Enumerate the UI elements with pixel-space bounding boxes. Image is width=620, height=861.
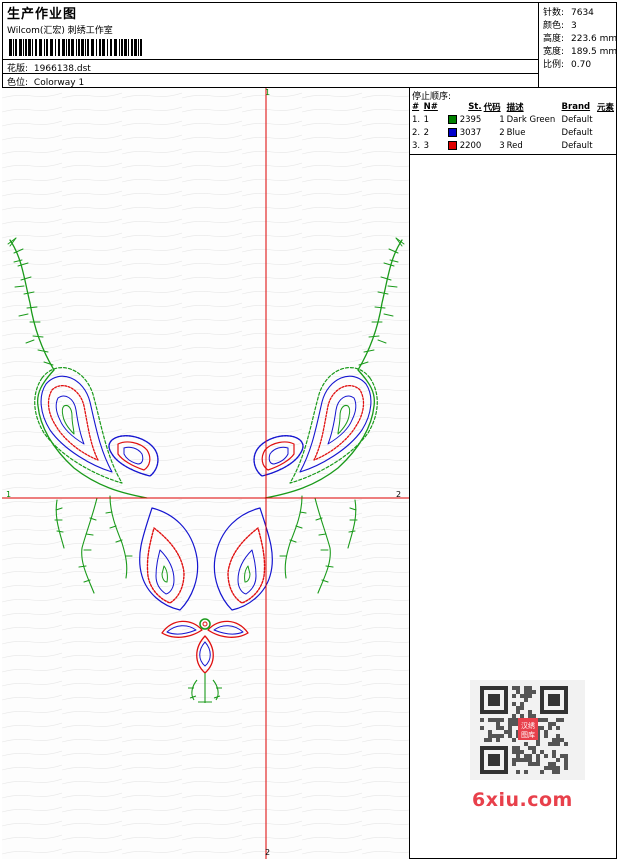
- row-brand: Default: [561, 114, 593, 125]
- row-code: 2: [499, 127, 505, 138]
- table-row: 2. 2 3037 2 Blue Default: [411, 126, 615, 139]
- axis-label-left: 1: [6, 490, 11, 499]
- column-header: 代码: [483, 102, 501, 113]
- table-header-row: # N# St. 代码 描述 Brand 元素: [411, 100, 615, 113]
- stat-value: 7634: [571, 8, 594, 18]
- row-brand: Default: [561, 140, 593, 151]
- row-element: [596, 113, 615, 126]
- stat-label: 针数:: [543, 8, 565, 18]
- stat-label: 宽度:: [543, 47, 565, 57]
- stat-label: 比例:: [543, 60, 565, 70]
- stat-value: 3: [571, 21, 577, 31]
- row-needle: 3: [423, 140, 430, 151]
- colorway-field: 色位: Colorway 1: [7, 75, 84, 88]
- colorway-label: 色位:: [7, 78, 29, 88]
- stop-sequence-table: # N# St. 代码 描述 Brand 元素 1. 1 2395 1 Dark Gre…: [411, 100, 615, 152]
- header-divider: [2, 59, 539, 60]
- column-header: Brand: [561, 101, 591, 112]
- axis-label-bottom: 2: [265, 848, 270, 857]
- row-element: [596, 139, 615, 152]
- stitch-count: 3037: [459, 127, 482, 138]
- design-canvas: 1 2 1 2: [2, 88, 410, 859]
- row-description: Dark Green: [506, 114, 556, 125]
- stat-value: 0.70: [571, 60, 592, 70]
- row-stitches: 2200: [447, 139, 483, 152]
- stat-width: 宽度: 189.5 mm: [543, 44, 617, 57]
- svg-text:汉绣: 汉绣: [521, 721, 535, 730]
- column-header: N#: [423, 101, 438, 112]
- row-index: 2.: [412, 127, 421, 138]
- column-header: St.: [468, 101, 482, 112]
- stat-scale: 比例: 0.70: [543, 57, 591, 70]
- axis-label-right: 2: [396, 490, 401, 499]
- table-row: 1. 1 2395 1 Dark Green Default: [411, 113, 615, 126]
- qr-code-icon: 汉绣图库: [470, 680, 585, 780]
- stat-stitches: 针数: 7634: [543, 5, 594, 18]
- header-info: 生产作业图 Wilcom(汇宏) 刺绣工作室 花版: 1966138.dst 色…: [2, 2, 539, 88]
- row-description: Blue: [506, 127, 526, 138]
- stat-height: 高度: 223.6 mm: [543, 31, 617, 44]
- stat-label: 颜色:: [543, 21, 565, 31]
- color-swatch: [447, 114, 457, 124]
- column-header: #: [412, 101, 420, 112]
- row-element: [596, 126, 615, 139]
- stitch-count: 2200: [459, 140, 482, 151]
- row-brand: Default: [561, 127, 593, 138]
- stat-colors: 颜色: 3: [543, 18, 577, 31]
- row-needle: 1: [423, 114, 430, 125]
- company-name: Wilcom(汇宏) 刺绣工作室: [7, 26, 113, 36]
- table-row: 3. 3 2200 3 Red Default: [411, 139, 615, 152]
- row-description: Red: [506, 140, 523, 151]
- row-index: 1.: [412, 114, 421, 125]
- design-stats: 针数: 7634 颜色: 3 高度: 223.6 mm 宽度: 189.5 mm 比例:…: [539, 2, 617, 88]
- row-code: 1: [499, 114, 505, 125]
- axis-label-top: 1: [265, 88, 270, 97]
- row-code: 3: [499, 140, 505, 151]
- color-swatch: [447, 140, 457, 150]
- svg-text:图库: 图库: [521, 730, 535, 739]
- column-header: 描述: [506, 102, 524, 113]
- column-header: 元素: [596, 102, 614, 113]
- stat-label: 高度:: [543, 34, 565, 44]
- barcode-icon: [9, 39, 142, 56]
- panel-divider: [410, 154, 617, 155]
- stat-value: 189.5 mm: [571, 47, 618, 57]
- page-title: 生产作业图: [7, 7, 78, 22]
- row-stitches: 2395: [447, 113, 483, 126]
- row-stitches: 3037: [447, 126, 483, 139]
- header-divider: [2, 73, 539, 74]
- stitch-count: 2395: [459, 114, 482, 125]
- colorway-value: Colorway 1: [33, 78, 85, 88]
- color-swatch: [447, 127, 457, 137]
- embroidery-preview: 1 2 1 2: [2, 88, 409, 859]
- row-index: 3.: [412, 140, 421, 151]
- watermark-brand: 6xiu.com: [472, 789, 573, 811]
- row-needle: 2: [423, 127, 430, 138]
- stat-value: 223.6 mm: [571, 34, 618, 44]
